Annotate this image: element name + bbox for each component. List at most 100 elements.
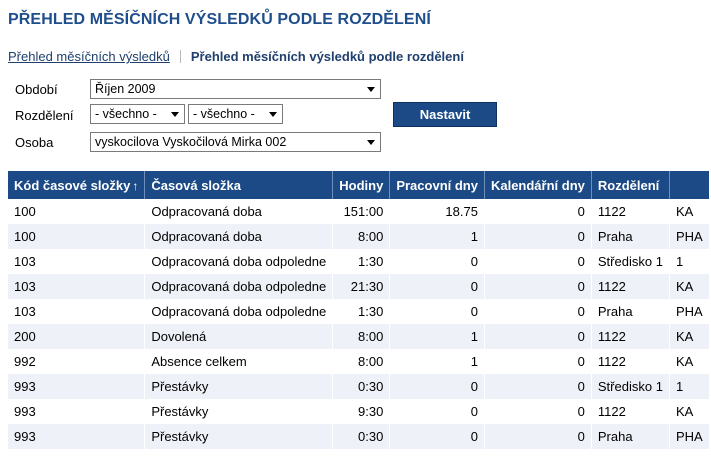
cell-hodiny: 0:30 — [332, 374, 391, 399]
cell-pracovni: 1 — [389, 224, 485, 249]
rozdeleni-select-1-value: - všechno - — [95, 107, 157, 121]
cell-hodiny: 9:30 — [332, 399, 391, 424]
cell-slozka: Přestávky — [144, 399, 334, 424]
chevron-down-icon — [367, 140, 375, 145]
cell-kalendarni: 0 — [484, 399, 592, 424]
cell-hodiny: 151:00 — [332, 199, 391, 224]
cell-kod: 993 — [8, 374, 146, 399]
cell-kalendarni: 0 — [484, 299, 592, 324]
cell-kod: 103 — [8, 249, 146, 274]
rozdeleni-select-2[interactable]: - všechno - — [188, 104, 283, 124]
breadcrumb-link-prehled[interactable]: Přehled měsíčních výsledků — [8, 49, 170, 64]
breadcrumb: Přehled měsíčních výsledků Přehled měsíč… — [8, 49, 464, 64]
table-row: 993 Přestávky 0:30 0 0 Praha PHA — [8, 424, 710, 449]
header-pracovni-dny[interactable]: Pracovní dny — [389, 171, 485, 199]
table-row: 100 Odpracovaná doba 8:00 1 0 Praha PHA — [8, 224, 710, 249]
cell-extra: 1 — [669, 374, 710, 399]
cell-rozdeleni: Středisko 1 — [591, 249, 670, 274]
cell-extra: PHA — [669, 424, 710, 449]
cell-slozka: Odpracovaná doba odpoledne — [144, 299, 334, 324]
header-extra — [669, 171, 710, 199]
cell-slozka: Absence celkem — [144, 349, 334, 374]
header-hodiny[interactable]: Hodiny — [332, 171, 391, 199]
cell-kod: 100 — [8, 224, 146, 249]
cell-rozdeleni: 1122 — [591, 274, 670, 299]
header-rozdeleni[interactable]: Rozdělení — [591, 171, 670, 199]
cell-pracovni: 0 — [389, 399, 485, 424]
cell-kalendarni: 0 — [484, 274, 592, 299]
cell-kalendarni: 0 — [484, 249, 592, 274]
table-row: 993 Přestávky 0:30 0 0 Středisko 11 — [8, 374, 710, 399]
cell-pracovni: 18.75 — [389, 199, 485, 224]
cell-kalendarni: 0 — [484, 424, 592, 449]
header-kalendarni-dny[interactable]: Kalendářní dny — [484, 171, 592, 199]
results-table: Kód časové složky ↑ Časová složka Hodiny … — [8, 171, 710, 449]
nastavit-button[interactable]: Nastavit — [393, 102, 497, 127]
cell-pracovni: 0 — [389, 424, 485, 449]
table-header-row: Kód časové složky ↑ Časová složka Hodiny … — [8, 171, 710, 199]
cell-hodiny: 0:30 — [332, 424, 391, 449]
cell-kalendarni: 0 — [484, 349, 592, 374]
cell-kod: 992 — [8, 349, 146, 374]
cell-extra: KA — [669, 324, 710, 349]
cell-extra: 1 — [669, 249, 710, 274]
cell-rozdeleni: Praha — [591, 424, 670, 449]
cell-kod: 100 — [8, 199, 146, 224]
table-row: 992 Absence celkem 8:00 1 0 1122 KA — [8, 349, 710, 374]
cell-hodiny: 1:30 — [332, 249, 391, 274]
cell-kod: 993 — [8, 424, 146, 449]
cell-rozdeleni: Praha — [591, 224, 670, 249]
cell-kod: 993 — [8, 399, 146, 424]
rozdeleni-select-2-value: - všechno - — [193, 107, 255, 121]
cell-slozka: Odpracovaná doba odpoledne — [144, 249, 334, 274]
cell-pracovni: 1 — [389, 324, 485, 349]
rozdeleni-label: Rozdělení — [15, 108, 74, 123]
table-row: 993 Přestávky 9:30 0 0 1122 KA — [8, 399, 710, 424]
cell-hodiny: 1:30 — [332, 299, 391, 324]
osoba-select[interactable]: vyskocilova Vyskočilová Mirka 002 — [90, 132, 381, 152]
header-kod[interactable]: Kód časové složky ↑ — [8, 171, 146, 199]
cell-slozka: Odpracovaná doba — [144, 224, 334, 249]
cell-rozdeleni: 1122 — [591, 399, 670, 424]
cell-extra: KA — [669, 399, 710, 424]
cell-rozdeleni: 1122 — [591, 349, 670, 374]
cell-kalendarni: 0 — [484, 324, 592, 349]
cell-rozdeleni: Praha — [591, 299, 670, 324]
page-title: PŘEHLED MĚSÍČNÍCH VÝSLEDKŮ PODLE ROZDĚLE… — [8, 11, 431, 28]
breadcrumb-separator — [179, 50, 181, 63]
cell-pracovni: 0 — [389, 299, 485, 324]
cell-kod: 200 — [8, 324, 146, 349]
cell-pracovni: 0 — [389, 274, 485, 299]
cell-hodiny: 8:00 — [332, 324, 391, 349]
cell-kalendarni: 0 — [484, 224, 592, 249]
cell-extra: KA — [669, 349, 710, 374]
table-row: 103 Odpracovaná doba odpoledne 1:30 0 0 Střed… — [8, 249, 710, 274]
cell-pracovni: 0 — [389, 374, 485, 399]
rozdeleni-select-1[interactable]: - všechno - — [90, 104, 185, 124]
cell-slozka: Odpracovaná doba — [144, 199, 334, 224]
cell-rozdeleni: 1122 — [591, 199, 670, 224]
cell-pracovni: 0 — [389, 249, 485, 274]
obdobi-label: Období — [15, 82, 58, 97]
cell-kod: 103 — [8, 299, 146, 324]
obdobi-select[interactable]: Říjen 2009 — [90, 79, 381, 99]
cell-extra: KA — [669, 199, 710, 224]
cell-hodiny: 8:00 — [332, 349, 391, 374]
cell-extra: PHA — [669, 299, 710, 324]
table-row: 200 Dovolená 8:00 1 0 1122 KA — [8, 324, 710, 349]
osoba-label: Osoba — [15, 135, 54, 150]
header-slozka[interactable]: Časová složka — [144, 171, 334, 199]
cell-rozdeleni: 1122 — [591, 324, 670, 349]
cell-extra: PHA — [669, 224, 710, 249]
cell-pracovni: 1 — [389, 349, 485, 374]
table-row: 100 Odpracovaná doba 151:00 18.75 0 1122 KA — [8, 199, 710, 224]
cell-kalendarni: 0 — [484, 199, 592, 224]
sort-ascending-icon: ↑ — [132, 178, 139, 193]
cell-extra: KA — [669, 274, 710, 299]
cell-slozka: Přestávky — [144, 424, 334, 449]
table-row: 103 Odpracovaná doba odpoledne 1:30 0 0 Praha… — [8, 299, 710, 324]
cell-slozka: Odpracovaná doba odpoledne — [144, 274, 334, 299]
cell-kalendarni: 0 — [484, 374, 592, 399]
cell-hodiny: 8:00 — [332, 224, 391, 249]
cell-kod: 103 — [8, 274, 146, 299]
